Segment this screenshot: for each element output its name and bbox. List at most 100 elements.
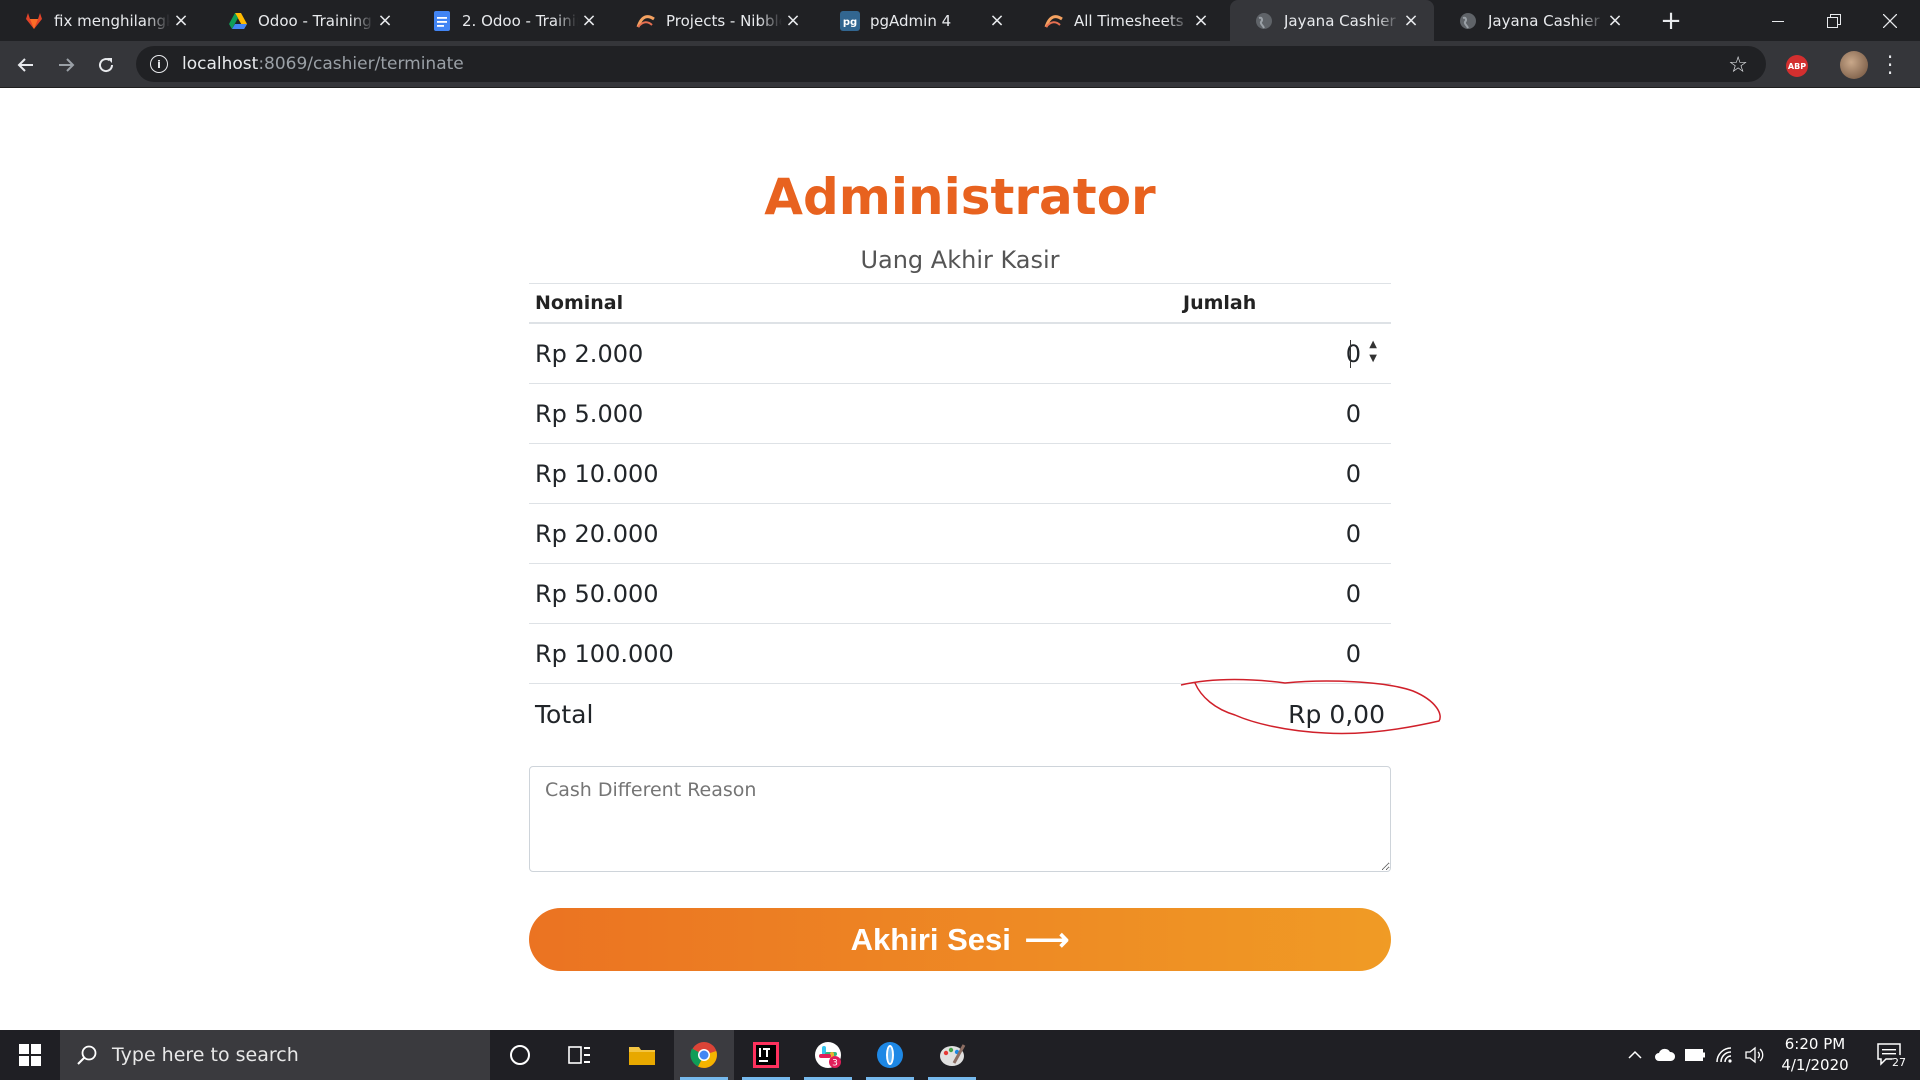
- search-icon: [77, 1045, 97, 1065]
- chrome-app[interactable]: [674, 1030, 734, 1080]
- arrow-left-icon: [17, 58, 33, 72]
- close-icon[interactable]: ×: [986, 10, 1008, 32]
- new-tab-button[interactable]: +: [1656, 6, 1686, 36]
- file-explorer-app[interactable]: [612, 1030, 672, 1080]
- globe-icon: [1254, 11, 1274, 31]
- address-bar[interactable]: i localhost:8069/cashier/terminate ☆: [136, 46, 1766, 82]
- minimize-button[interactable]: [1750, 0, 1806, 41]
- tab-title: Jayana Cashier: [1284, 11, 1396, 30]
- quantity-input[interactable]: 0: [1271, 580, 1391, 608]
- page-subtitle: Uang Akhir Kasir: [860, 246, 1060, 274]
- folder-icon: [629, 1047, 655, 1065]
- browser-tab[interactable]: All Timesheets - Nibble ×: [1020, 0, 1224, 41]
- tab-title: fix menghilangkan: [54, 11, 170, 30]
- browser-tab[interactable]: Jayana Cashier ×: [1434, 0, 1638, 41]
- paint-app[interactable]: [922, 1030, 982, 1080]
- arrow-right-icon: ⟶: [1024, 921, 1070, 957]
- browser-tab[interactable]: Projects - Nibble Software ×: [612, 0, 816, 41]
- info-icon[interactable]: i: [150, 55, 168, 73]
- kebab-menu-icon[interactable]: · · ·: [1880, 47, 1900, 83]
- quantity-stepper[interactable]: 0 ▲ ▼: [1271, 338, 1391, 368]
- notification-count: 27: [1892, 1056, 1906, 1069]
- windows-taskbar: Type here to search 3 6:20 PM 4/1/2020 2…: [0, 1030, 1920, 1080]
- close-icon[interactable]: ×: [1400, 10, 1422, 32]
- taskbar-clock[interactable]: 6:20 PM 4/1/2020: [1768, 1034, 1862, 1076]
- pgadmin-icon: pg: [840, 10, 860, 31]
- google-docs-icon: [432, 10, 452, 31]
- clock-date: 4/1/2020: [1781, 1056, 1849, 1074]
- volume-icon[interactable]: [1740, 1030, 1768, 1080]
- show-hidden-icons-chevron-icon[interactable]: [1620, 1030, 1650, 1080]
- slack-app[interactable]: 3: [798, 1030, 858, 1080]
- wifi-icon[interactable]: [1710, 1030, 1740, 1080]
- cash-difference-reason-textarea[interactable]: [529, 766, 1391, 872]
- tab-title: Jayana Cashier: [1488, 11, 1600, 30]
- battery-icon[interactable]: [1680, 1030, 1710, 1080]
- reload-button[interactable]: [90, 49, 122, 81]
- palette-icon: [940, 1044, 966, 1066]
- slack-icon: 3: [815, 1042, 841, 1069]
- quantity-input[interactable]: 0: [1271, 400, 1391, 428]
- url-path: :8069/cashier/terminate: [258, 54, 464, 74]
- windows-start-button[interactable]: [0, 1030, 60, 1080]
- nominal-cell: Rp 5.000: [535, 399, 644, 428]
- adblock-plus-icon[interactable]: ABP: [1786, 55, 1808, 77]
- nominal-cell: Rp 20.000: [535, 519, 659, 548]
- dbeaver-app[interactable]: [860, 1030, 920, 1080]
- close-icon[interactable]: ×: [782, 10, 804, 32]
- quantity-value[interactable]: 0: [1346, 340, 1361, 368]
- table-row: Rp 10.000 0: [529, 444, 1391, 504]
- tab-title: pgAdmin 4: [870, 11, 952, 30]
- cortana-circle-icon: [510, 1045, 530, 1065]
- nominal-cell: Rp 2.000: [535, 339, 644, 368]
- chrome-icon: [690, 1042, 717, 1068]
- browser-tab[interactable]: Odoo - Training - Google Drive ×: [204, 0, 408, 41]
- browser-tab[interactable]: fix menghilangkan ×: [0, 0, 204, 41]
- task-view-button[interactable]: [550, 1030, 610, 1080]
- forward-button[interactable]: [50, 49, 82, 81]
- tab-title: Projects - Nibble Software: [666, 11, 782, 30]
- search-placeholder: Type here to search: [112, 1044, 299, 1066]
- close-icon[interactable]: ×: [374, 10, 396, 32]
- cortana-button[interactable]: [490, 1030, 550, 1080]
- close-window-button[interactable]: [1862, 0, 1918, 41]
- nominal-cell: Rp 100.000: [535, 639, 674, 668]
- google-drive-icon: [228, 11, 248, 31]
- nominal-cell: Rp 50.000: [535, 579, 659, 608]
- url-host: localhost: [182, 54, 259, 74]
- notification-icon: 27: [1877, 1043, 1906, 1069]
- red-annotation-scribble: [1180, 678, 1441, 735]
- gitlab-icon: [24, 11, 44, 31]
- intellij-app[interactable]: [736, 1030, 796, 1080]
- back-button[interactable]: [10, 49, 42, 81]
- close-icon[interactable]: ×: [578, 10, 600, 32]
- quantity-input[interactable]: 0: [1271, 640, 1391, 668]
- close-icon[interactable]: ×: [170, 10, 192, 32]
- cashier-terminate-page: Administrator Uang Akhir Kasir Nominal J…: [0, 88, 1920, 1030]
- browser-tab[interactable]: 2. Odoo - Training ×: [408, 0, 612, 41]
- clock-time: 6:20 PM: [1784, 1035, 1846, 1053]
- quantity-input[interactable]: 0: [1271, 460, 1391, 488]
- odoo-icon: [636, 11, 656, 31]
- end-session-button[interactable]: Akhiri Sesi ⟶: [529, 908, 1391, 971]
- bookmark-star-icon[interactable]: ☆: [1728, 53, 1748, 78]
- browser-tab-active[interactable]: Jayana Cashier ×: [1230, 0, 1434, 41]
- svg-text:pg: pg: [843, 17, 857, 28]
- browser-tab[interactable]: pg pgAdmin 4 ×: [816, 0, 1020, 41]
- close-icon[interactable]: ×: [1604, 10, 1626, 32]
- table-row: Rp 5.000 0: [529, 384, 1391, 444]
- tab-title: Odoo - Training - Google Drive: [258, 11, 374, 30]
- taskbar-search-box[interactable]: Type here to search: [60, 1030, 490, 1080]
- spin-arrows-icon[interactable]: ▲ ▼: [1369, 338, 1377, 366]
- onedrive-cloud-icon[interactable]: [1650, 1030, 1680, 1080]
- arrow-right-icon: [59, 58, 75, 72]
- quantity-input[interactable]: 0: [1271, 520, 1391, 548]
- intellij-icon: [753, 1042, 779, 1068]
- action-center-button[interactable]: 27: [1862, 1030, 1920, 1080]
- page-title: Administrator: [764, 168, 1156, 226]
- table-header: Nominal Jumlah: [529, 284, 1391, 324]
- database-app-icon: [877, 1042, 903, 1068]
- restore-button[interactable]: [1806, 0, 1862, 41]
- close-icon[interactable]: ×: [1190, 10, 1212, 32]
- profile-avatar[interactable]: [1840, 51, 1868, 79]
